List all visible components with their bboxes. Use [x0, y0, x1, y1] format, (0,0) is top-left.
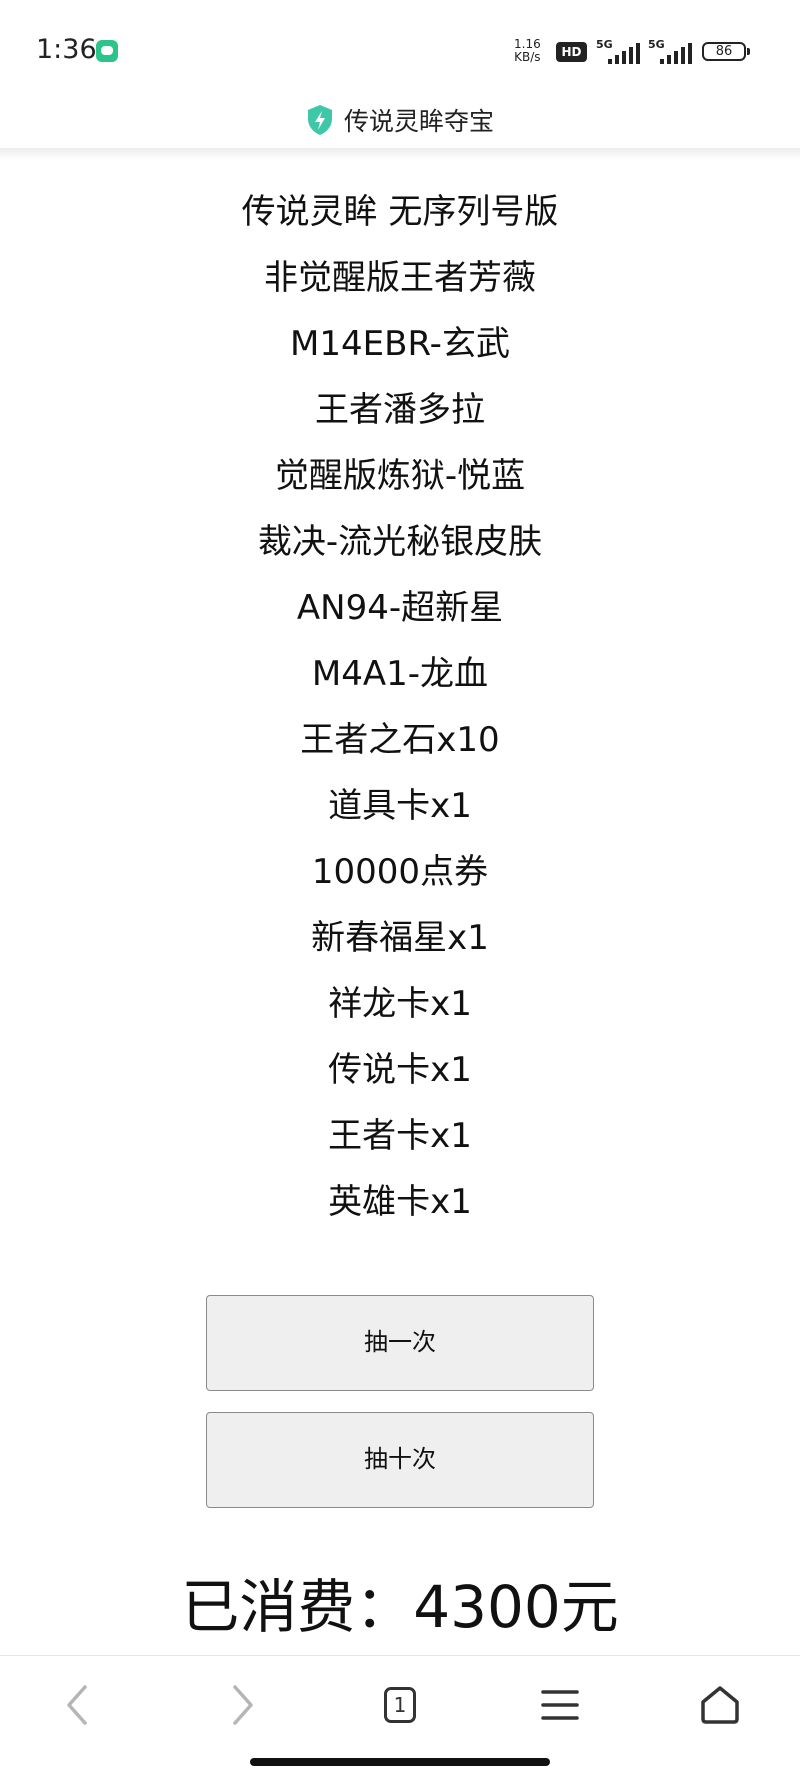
- back-button[interactable]: [48, 1677, 108, 1733]
- home-button[interactable]: [690, 1677, 750, 1733]
- network-speed: 1.16 KB/s: [514, 38, 541, 64]
- forward-icon: [233, 1685, 253, 1725]
- prize-item: 道具卡x1: [328, 786, 472, 826]
- title-bar: 传说灵眸夺宝: [0, 92, 800, 148]
- chat-bubble-icon: [96, 40, 118, 62]
- menu-icon: [541, 1690, 579, 1720]
- title-bar-shadow: [0, 148, 800, 160]
- prize-item: 王者之石x10: [300, 720, 500, 760]
- prize-item: M4A1-龙血: [311, 654, 489, 694]
- tabs-icon: 1: [384, 1687, 416, 1723]
- total-spent-text: 已消费：4300元: [181, 1573, 619, 1641]
- home-icon: [701, 1686, 739, 1724]
- prize-item: 非觉醒版王者芳薇: [264, 258, 536, 298]
- draw-once-button[interactable]: 抽一次: [206, 1295, 594, 1391]
- prize-list: 传说灵眸 无序列号版 非觉醒版王者芳薇 M14EBR-玄武 王者潘多拉 觉醒版炼…: [0, 184, 800, 1240]
- prize-item: M14EBR-玄武: [290, 324, 510, 364]
- prize-item: 王者潘多拉: [315, 390, 485, 430]
- forward-button[interactable]: [212, 1677, 272, 1733]
- shield-bolt-icon: [307, 105, 332, 135]
- prize-item: 新春福星x1: [311, 918, 489, 958]
- tabs-button[interactable]: 1: [370, 1677, 430, 1733]
- prize-item: 传说卡x1: [328, 1050, 472, 1090]
- hd-icon: HD: [556, 42, 587, 62]
- signal-icon-1: 5G: [596, 38, 640, 64]
- network-speed-unit: KB/s: [514, 50, 541, 64]
- battery-icon: 86: [702, 42, 750, 61]
- prize-item: 10000点券: [311, 852, 489, 892]
- prize-item: 王者卡x1: [328, 1116, 472, 1156]
- menu-button[interactable]: [530, 1677, 590, 1733]
- prize-item: 祥龙卡x1: [328, 984, 472, 1024]
- home-indicator[interactable]: [250, 1758, 550, 1766]
- signal-icon-2: 5G: [648, 38, 692, 64]
- prize-item: AN94-超新星: [296, 588, 504, 628]
- prize-item: 觉醒版炼狱-悦蓝: [274, 456, 526, 496]
- prize-item: 传说灵眸 无序列号版: [241, 192, 559, 232]
- back-icon: [67, 1685, 87, 1725]
- prize-item: 英雄卡x1: [328, 1182, 472, 1222]
- prize-item: 裁决-流光秘银皮肤: [257, 522, 543, 562]
- bottom-nav-divider: [0, 1655, 800, 1656]
- status-bar: 1:36 1.16 KB/s HD 5G 5G 86: [0, 0, 800, 92]
- status-time: 1:36: [36, 34, 97, 65]
- draw-ten-button[interactable]: 抽十次: [206, 1412, 594, 1508]
- page-title: 传说灵眸夺宝: [343, 107, 494, 136]
